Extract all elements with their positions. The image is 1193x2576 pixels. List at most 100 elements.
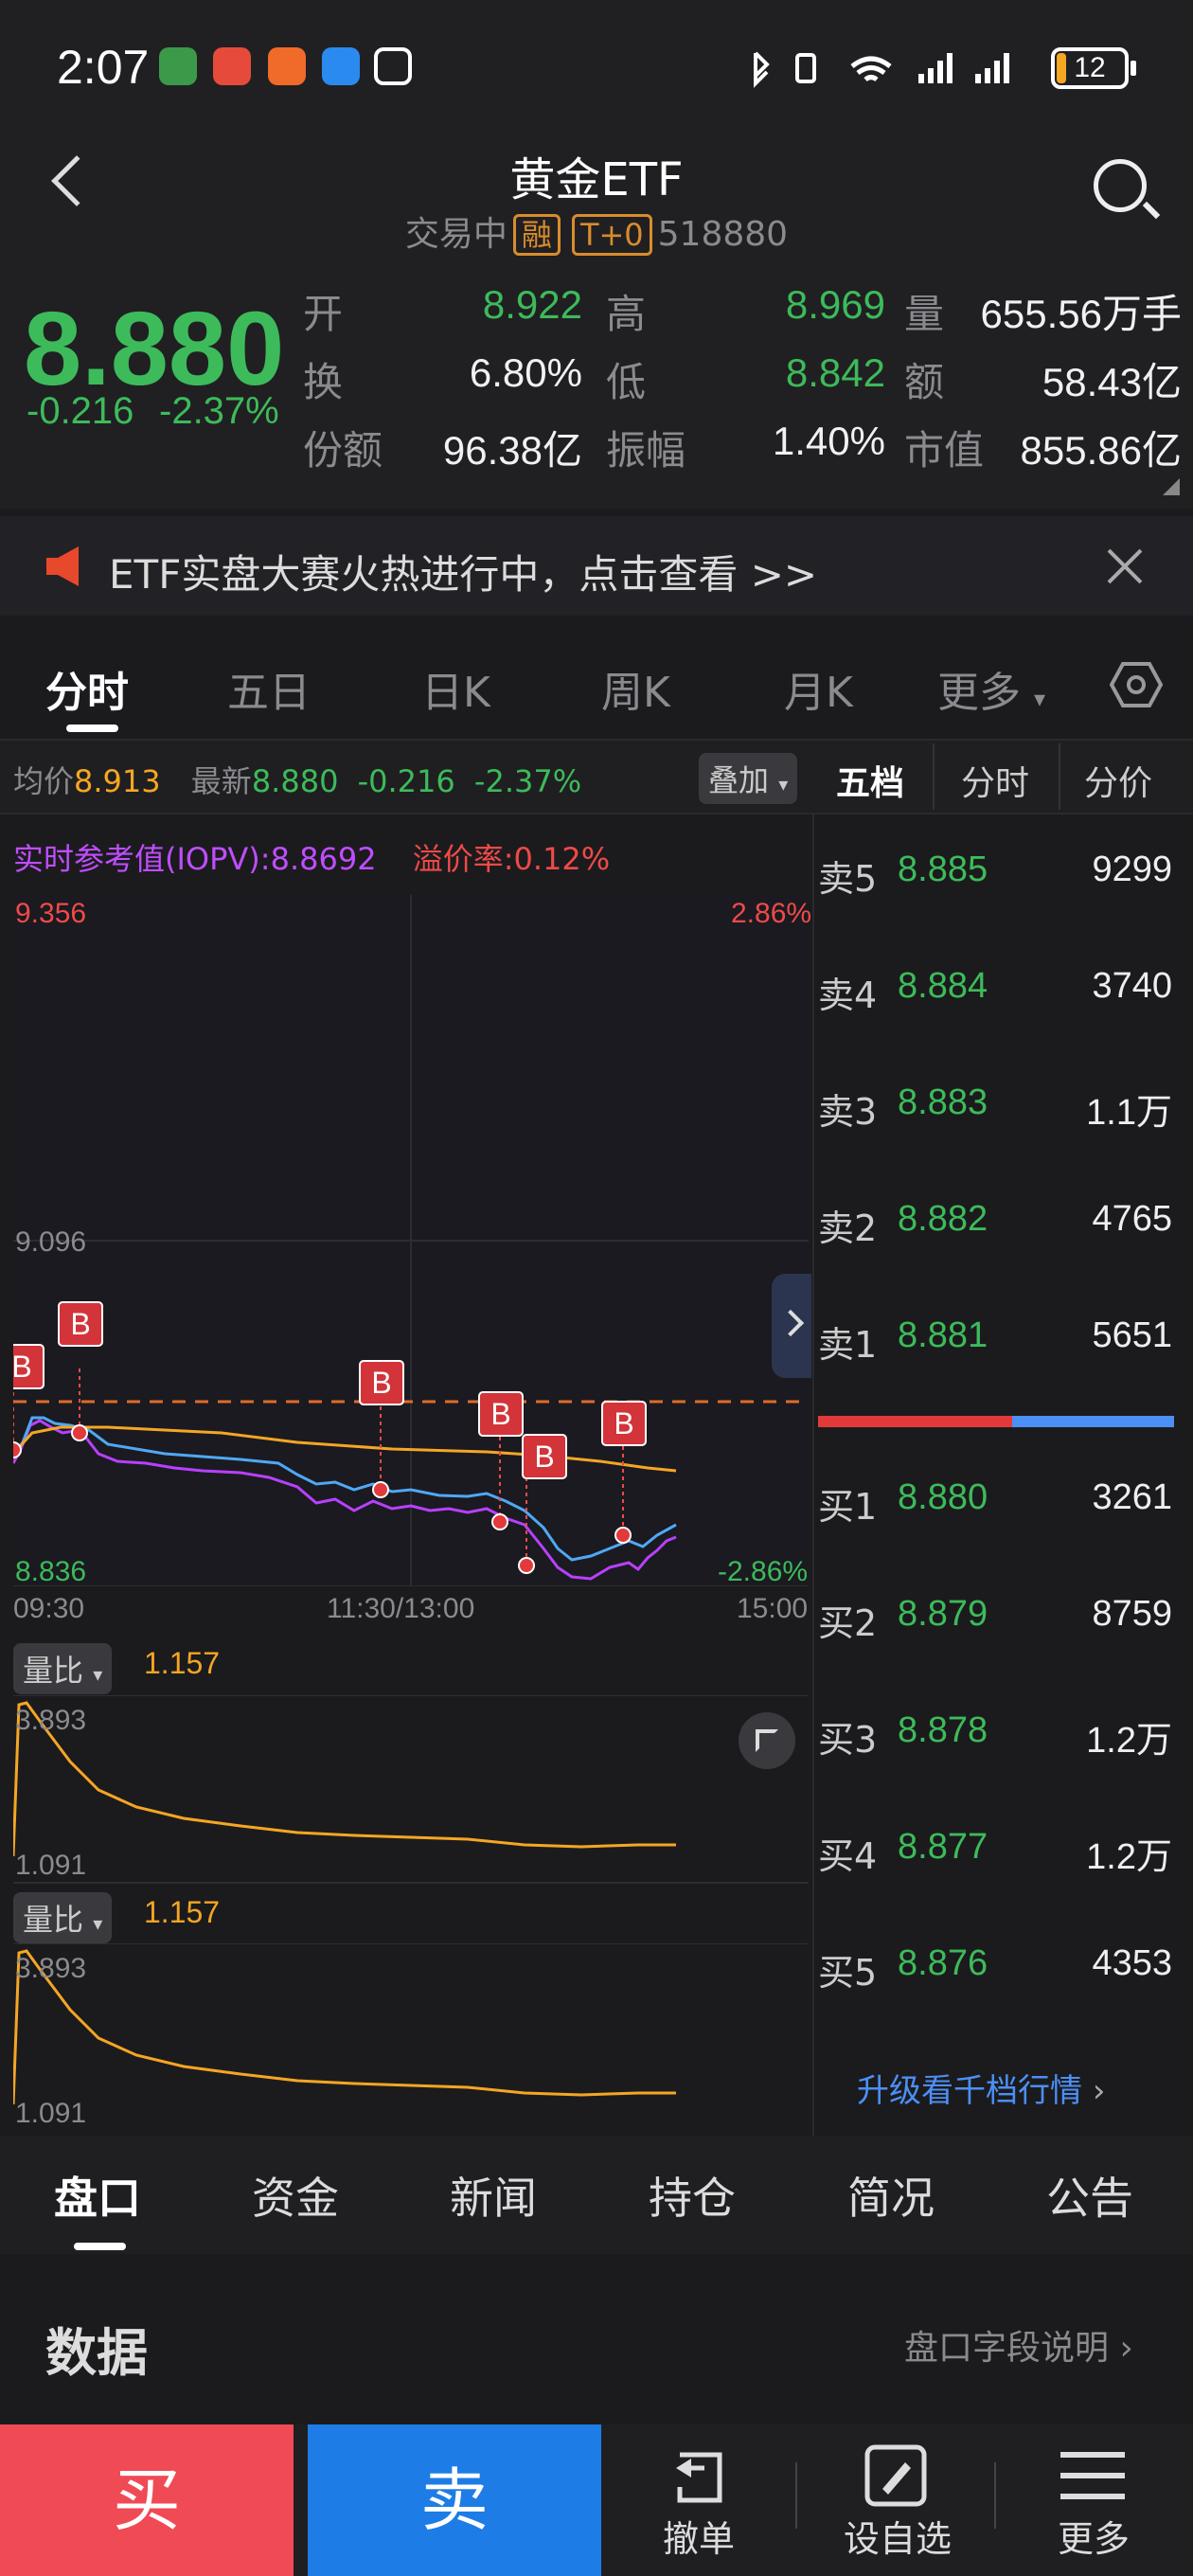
- upgrade-link[interactable]: 升级看千档行情 ›: [857, 2065, 1105, 2111]
- latest-pct: -2.37%: [473, 763, 582, 799]
- tab-tick[interactable]: 分时: [961, 756, 1029, 805]
- value-low: 8.842: [785, 350, 885, 395]
- premium-value: 0.12%: [513, 841, 611, 877]
- bid-row-4[interactable]: 买4 8.877 1.2万: [818, 1827, 1184, 1884]
- tab-weekly-k[interactable]: 周K: [601, 658, 670, 719]
- label-amplitude: 振幅: [606, 427, 686, 474]
- status-bar: 2:07 12: [0, 0, 1193, 133]
- signal-icons: [754, 51, 1009, 88]
- svg-text:B: B: [534, 1440, 554, 1474]
- trade-marker: B: [601, 1401, 647, 1544]
- tab-five-level[interactable]: 五档: [836, 756, 904, 805]
- ask-row-2[interactable]: 卖2 8.882 4765: [818, 1199, 1184, 1256]
- axis-time-end: 15:00: [737, 1593, 809, 1624]
- volume-ratio-value: 1.157: [144, 1646, 221, 1680]
- tab-order-book[interactable]: 盘口: [54, 2164, 141, 2227]
- tab-more[interactable]: 更多 ▾: [937, 658, 1045, 719]
- bid-row-5[interactable]: 买5 8.876 4353: [818, 1943, 1184, 2000]
- bluetooth-icon: [754, 51, 770, 88]
- iopv-line: [13, 1416, 677, 1562]
- vibrate-icon: [795, 53, 816, 83]
- divider: [795, 2462, 797, 2529]
- page-title: 黄金ETF: [509, 153, 684, 206]
- volume-ratio-chart: [13, 1695, 809, 1884]
- search-icon[interactable]: [1094, 159, 1147, 212]
- tab-monthly-k[interactable]: 月K: [784, 658, 853, 719]
- fullscreen-button[interactable]: [739, 1712, 795, 1769]
- app-icon: [213, 47, 251, 85]
- tab-news[interactable]: 新闻: [450, 2164, 537, 2227]
- axis-bottom-pct: -2.86%: [718, 1556, 809, 1587]
- tab-holdings[interactable]: 持仓: [649, 2164, 736, 2227]
- app-icon: [268, 47, 306, 85]
- value-volume: 655.56万手: [980, 292, 1182, 336]
- battery-icon: 12: [1051, 47, 1136, 89]
- status-time: 2:07: [57, 41, 150, 94]
- tab-intraday[interactable]: 分时: [45, 658, 129, 719]
- label-amount: 额: [904, 359, 945, 405]
- volume-bottom-label: 1.091: [15, 1850, 87, 1881]
- label-open: 开: [303, 291, 344, 337]
- avg-line: [13, 1425, 677, 1473]
- label-low: 低: [606, 359, 647, 405]
- ask-row-3[interactable]: 卖3 8.883 1.1万: [818, 1082, 1184, 1139]
- label-high: 高: [606, 291, 647, 337]
- tab-price-dist[interactable]: 分价: [1084, 756, 1152, 805]
- bid-row-3[interactable]: 买3 8.878 1.2万: [818, 1710, 1184, 1767]
- bottom-tab-underline: [74, 2243, 126, 2250]
- bid-row-2[interactable]: 买2 8.879 8759: [818, 1594, 1184, 1651]
- trade-marker: B: [58, 1301, 103, 1441]
- promo-banner[interactable]: ETF实盘大赛火热进行中，点击查看 >>: [0, 516, 1193, 616]
- tab-daily-k[interactable]: 日K: [421, 658, 490, 719]
- price-change: -0.216: [27, 390, 134, 432]
- expand-corner-icon[interactable]: [1163, 478, 1180, 495]
- cancel-order-icon: [676, 2452, 722, 2503]
- value-open: 8.922: [482, 282, 582, 327]
- bid-strength-bar: [1012, 1416, 1174, 1427]
- latest-change: -0.216: [357, 763, 455, 799]
- ask-strength-bar: [818, 1416, 1012, 1427]
- menu-icon: [1060, 2452, 1125, 2499]
- tab-funds[interactable]: 资金: [252, 2164, 339, 2227]
- sell-button[interactable]: 卖: [308, 2424, 601, 2576]
- intraday-chart-svg: B B B B B B: [13, 895, 809, 1586]
- price-change-pct: -2.37%: [159, 390, 279, 432]
- axis-bottom-price: 8.836: [15, 1556, 87, 1587]
- subtitle: 交易中融 T+0 518880: [0, 206, 1193, 256]
- trading-status: 交易中: [404, 215, 507, 254]
- settings-icon[interactable]: [1110, 658, 1163, 711]
- volume-ratio-dropdown[interactable]: 量比 ▾: [13, 1643, 113, 1694]
- ask-row-4[interactable]: 卖4 8.884 3740: [818, 966, 1184, 1023]
- axis-mid-price: 9.096: [15, 1226, 87, 1258]
- cancel-order-button[interactable]: 撤单: [623, 2510, 775, 2562]
- buy-button[interactable]: 买: [0, 2424, 294, 2576]
- section-title: 数据: [45, 2323, 148, 2383]
- more-button[interactable]: 更多: [1018, 2510, 1169, 2562]
- latest-label: 最新: [190, 763, 252, 799]
- chat-icon: [322, 47, 360, 85]
- nfc-icon: [374, 47, 412, 85]
- tab-five-day[interactable]: 五日: [227, 658, 311, 719]
- add-watchlist-button[interactable]: 设自选: [822, 2510, 973, 2562]
- svg-text:B: B: [614, 1406, 633, 1440]
- expand-panel-button[interactable]: [772, 1274, 811, 1378]
- tab-profile[interactable]: 简况: [847, 2164, 935, 2227]
- bid-row-1[interactable]: 买1 8.880 3261: [818, 1477, 1184, 1534]
- close-icon[interactable]: [1106, 547, 1144, 585]
- divider: [994, 2462, 996, 2529]
- field-help-link[interactable]: 盘口字段说明 ›: [904, 2320, 1133, 2370]
- edit-watchlist-icon: [864, 2444, 927, 2507]
- axis-top-price: 9.356: [15, 898, 87, 929]
- overlay-dropdown[interactable]: 叠加 ▾: [699, 753, 798, 804]
- banner-text: ETF实盘大赛火热进行中，点击查看 >>: [109, 551, 818, 598]
- ask-row-5[interactable]: 卖5 8.885 9299: [818, 850, 1184, 906]
- chevron-right-icon: [776, 1309, 805, 1337]
- ask-row-1[interactable]: 卖1 8.881 5651: [818, 1315, 1184, 1372]
- megaphone-icon: [46, 546, 79, 586]
- tab-underline: [66, 724, 118, 732]
- t0-tag: T+0: [571, 214, 652, 256]
- volume-ratio-dropdown-2[interactable]: 量比 ▾: [13, 1892, 113, 1943]
- trade-marker: B: [13, 1344, 45, 1463]
- avg-value: 8.913: [74, 763, 161, 799]
- tab-announcements[interactable]: 公告: [1046, 2164, 1133, 2227]
